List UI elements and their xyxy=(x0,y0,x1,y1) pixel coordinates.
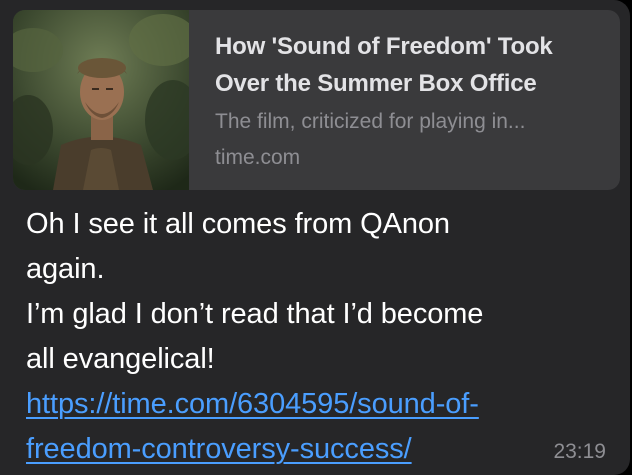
link-preview-title-line-1: How 'Sound of Freedom' Took xyxy=(215,33,553,60)
message-line: I’m glad I don’t read that I’d become xyxy=(26,298,484,330)
message-timestamp: 23:19 xyxy=(553,440,606,463)
message-line: again. xyxy=(26,253,105,285)
link-preview-domain: time.com xyxy=(215,146,301,169)
message-bubble: How 'Sound of Freedom' Took Over the Sum… xyxy=(0,0,630,475)
message-link-line-2: freedom-controversy-success/ xyxy=(26,433,412,465)
link-preview-text[interactable]: How 'Sound of Freedom' Took Over the Sum… xyxy=(215,28,605,173)
message-text: Oh I see it all comes from QAnon again. … xyxy=(26,202,616,472)
link-preview-thumbnail[interactable] xyxy=(13,10,189,190)
message-link-block: https://time.com/6304595/sound-of-freedo… xyxy=(26,382,616,472)
link-preview-title[interactable]: How 'Sound of Freedom' Took Over the Sum… xyxy=(215,28,605,102)
link-preview-card[interactable]: How 'Sound of Freedom' Took Over the Sum… xyxy=(13,10,620,190)
link-preview-title-line-2: Over the Summer Box Office xyxy=(215,70,537,97)
message-line: all evangelical! xyxy=(26,343,215,375)
message-link-line-1: https://time.com/6304595/sound-of- xyxy=(26,388,479,420)
message-line: Oh I see it all comes from QAnon xyxy=(26,208,450,240)
movie-still-image xyxy=(13,10,189,190)
message-link[interactable]: https://time.com/6304595/sound-of-freedo… xyxy=(26,388,479,465)
link-preview-description: The film, criticized for playing in... xyxy=(215,110,526,133)
